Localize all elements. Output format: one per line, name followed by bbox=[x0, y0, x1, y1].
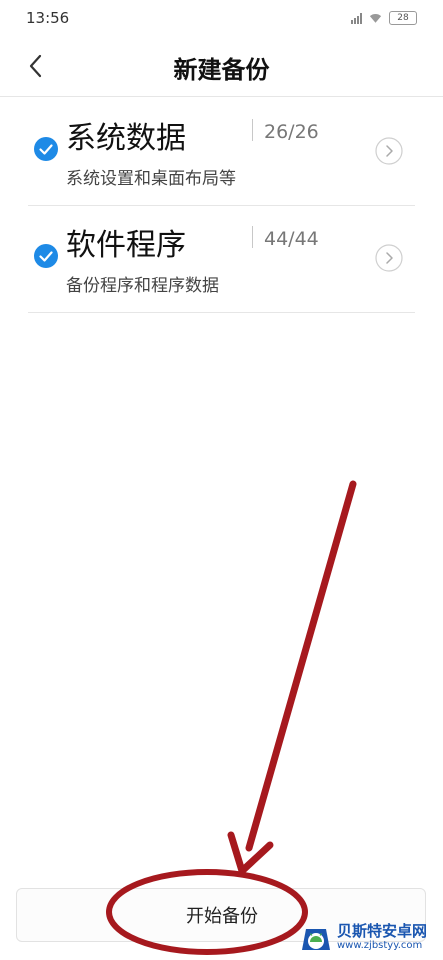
battery-icon: 28 bbox=[389, 11, 417, 25]
backup-item-system-data[interactable]: 系统数据 26/26 系统设置和桌面布局等 bbox=[28, 97, 415, 206]
status-icons: 28 bbox=[351, 11, 417, 25]
item-title: 系统数据 bbox=[66, 121, 186, 156]
watermark: 贝斯特安卓网 www.zjbstyy.com bbox=[299, 918, 439, 958]
watermark-name: 贝斯特安卓网 bbox=[337, 922, 428, 940]
chevron-right-icon[interactable] bbox=[375, 137, 403, 165]
item-subtitle: 系统设置和桌面布局等 bbox=[66, 169, 236, 189]
annotation-arrow-shaft bbox=[245, 480, 357, 852]
status-bar: 13:56 28 bbox=[0, 0, 443, 40]
item-title: 软件程序 bbox=[66, 228, 186, 263]
signal-icon bbox=[351, 12, 362, 24]
item-count: 26/26 bbox=[264, 121, 319, 143]
watermark-url: www.zjbstyy.com bbox=[337, 940, 423, 951]
annotation-arrow-head bbox=[227, 831, 274, 875]
android-logo-icon bbox=[302, 929, 330, 950]
check-icon[interactable] bbox=[34, 137, 58, 161]
divider bbox=[252, 226, 253, 248]
status-time: 13:56 bbox=[26, 9, 70, 27]
backup-item-apps[interactable]: 软件程序 44/44 备份程序和程序数据 bbox=[28, 204, 415, 313]
start-backup-button[interactable]: 开始备份 bbox=[127, 889, 317, 941]
wifi-icon bbox=[369, 13, 382, 23]
divider bbox=[252, 119, 253, 141]
item-subtitle: 备份程序和程序数据 bbox=[66, 276, 219, 296]
item-count: 44/44 bbox=[264, 228, 319, 250]
check-icon[interactable] bbox=[34, 244, 58, 268]
chevron-right-icon[interactable] bbox=[375, 244, 403, 272]
header: 新建备份 bbox=[0, 40, 443, 97]
page-title: 新建备份 bbox=[173, 56, 270, 84]
